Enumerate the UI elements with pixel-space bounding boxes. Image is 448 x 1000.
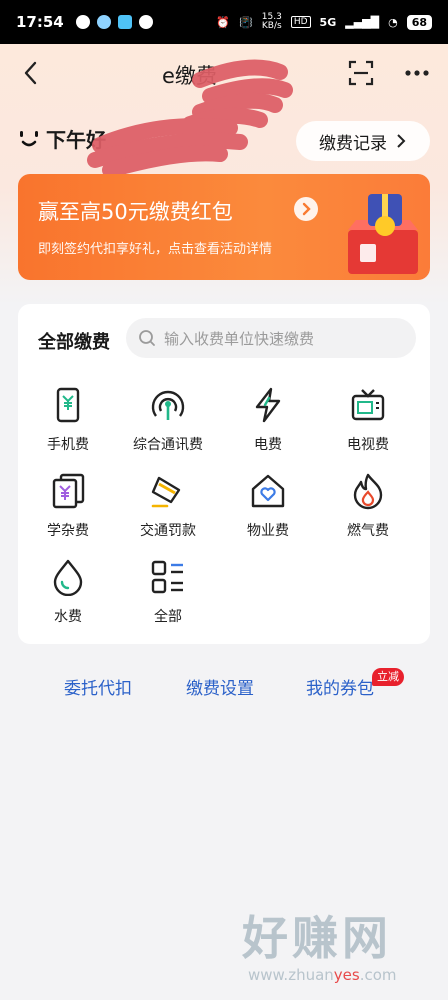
payment-item-gas[interactable]: 燃气费 bbox=[318, 472, 418, 552]
qq-icon bbox=[96, 15, 111, 29]
coupons-link[interactable]: 我的券包 bbox=[306, 674, 374, 699]
notification-icons bbox=[75, 15, 153, 29]
net-speed: 15.3 KB/s bbox=[261, 12, 282, 31]
search-icon bbox=[139, 330, 155, 346]
more-icon[interactable] bbox=[402, 58, 432, 88]
chat-icon bbox=[75, 15, 90, 29]
scan-icon[interactable] bbox=[346, 58, 376, 88]
payments-title: 全部缴费 bbox=[38, 332, 110, 353]
water-drop-icon bbox=[53, 559, 83, 596]
tuition-icon bbox=[52, 473, 85, 509]
payment-record-button[interactable]: 缴费记录 bbox=[296, 121, 430, 161]
gift-box-icon bbox=[348, 194, 418, 274]
payment-item-electricity[interactable]: 电费 bbox=[218, 386, 318, 466]
lightning-icon bbox=[255, 387, 281, 423]
promo-banner[interactable]: 赢至高50元缴费红包 即刻签约代扣享好礼，点击查看活动详情 bbox=[18, 174, 430, 280]
wifi-icon: ◔ bbox=[388, 15, 398, 29]
payment-item-phone[interactable]: 手机费 bbox=[18, 386, 118, 466]
entrust-link[interactable]: 委托代扣 bbox=[64, 674, 132, 699]
smile-icon bbox=[20, 130, 38, 146]
payment-item-tv[interactable]: 电视费 bbox=[318, 386, 418, 466]
search-placeholder: 输入收费单位快速缴费 bbox=[164, 329, 315, 348]
search-input[interactable]: 输入收费单位快速缴费 bbox=[126, 318, 416, 358]
hd-icon: HD bbox=[290, 16, 311, 28]
tv-icon bbox=[351, 389, 385, 421]
settings-link[interactable]: 缴费设置 bbox=[186, 674, 254, 699]
phone-bill-icon bbox=[56, 387, 80, 423]
payment-item-tuition[interactable]: 学杂费 bbox=[18, 472, 118, 552]
page-title: e缴费 bbox=[162, 64, 217, 88]
watermark-domain: www.zhuanyes.com bbox=[248, 966, 397, 984]
alarm-icon: ⏰ bbox=[216, 15, 231, 29]
battery-icon: 68 bbox=[406, 14, 432, 30]
payment-item-telecom[interactable]: 综合通讯费 bbox=[118, 386, 218, 466]
payment-item-all[interactable]: 全部 bbox=[118, 558, 218, 638]
signal-icon: ▂▄▆█ bbox=[345, 15, 380, 29]
vibrate-icon: 📳 bbox=[239, 15, 253, 29]
payment-item-property[interactable]: 物业费 bbox=[218, 472, 318, 552]
payment-item-water[interactable]: 水费 bbox=[18, 558, 118, 638]
status-bar: 17:54 ⏰ 📳 15.3 KB/s HD 5G ▂▄▆█ ◔ 68 bbox=[0, 0, 448, 44]
compass-icon bbox=[138, 15, 153, 29]
status-right: ⏰ 📳 15.3 KB/s HD 5G ▂▄▆█ ◔ 68 bbox=[216, 13, 432, 31]
payment-item-traffic-fine[interactable]: 交通罚款 bbox=[118, 472, 218, 552]
banner-subtitle: 即刻签约代扣享好礼，点击查看活动详情 bbox=[38, 242, 273, 257]
flame-icon bbox=[353, 473, 383, 510]
signal-label: 5G bbox=[319, 15, 337, 29]
greeting: 下午好 bbox=[18, 124, 106, 153]
status-time: 17:54 bbox=[16, 13, 64, 31]
signal-tower-icon bbox=[151, 390, 185, 420]
arrow-circle-icon bbox=[294, 197, 318, 221]
watermark-text: 好赚网 bbox=[242, 911, 392, 965]
house-heart-icon bbox=[251, 474, 285, 508]
coupon-badge: 立减 bbox=[372, 668, 404, 686]
payments-card: 全部缴费 输入收费单位快速缴费 手机费 综合通讯费 电费 电视费 学杂费 交通罚… bbox=[18, 304, 430, 644]
grid-list-icon bbox=[151, 560, 183, 594]
chevron-right-icon bbox=[397, 134, 406, 148]
watermark: 好赚网 www.zhuanyes.com bbox=[238, 902, 438, 992]
bottom-links: 委托代扣 缴费设置 我的券包 立减 bbox=[0, 668, 448, 704]
payment-record-label: 缴费记录 bbox=[319, 133, 387, 154]
back-arrow-icon[interactable] bbox=[16, 58, 46, 88]
traffic-fine-icon bbox=[151, 476, 181, 508]
greeting-text: 下午好 bbox=[46, 128, 106, 152]
nav-bar: e缴费 bbox=[0, 44, 448, 104]
banner-title: 赢至高50元缴费红包 bbox=[38, 200, 233, 224]
app-icon bbox=[117, 15, 132, 29]
